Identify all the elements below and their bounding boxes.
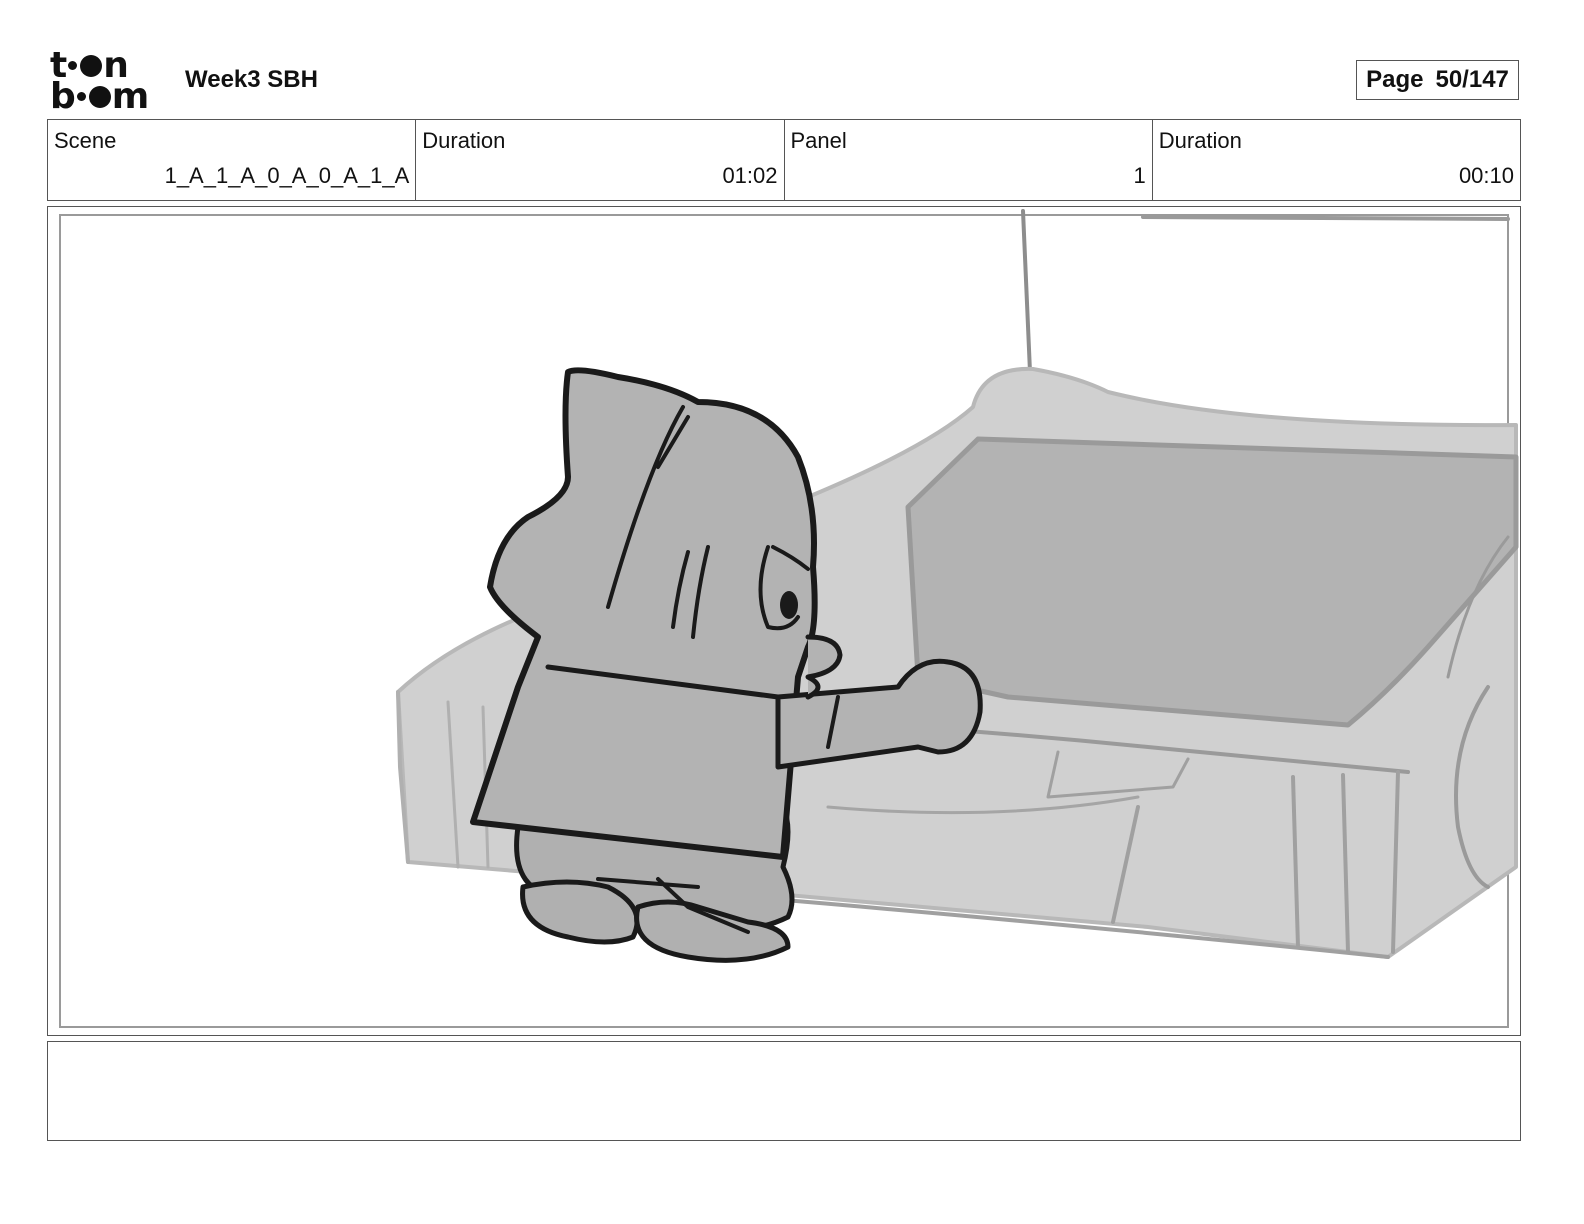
- toonboom-logo: tn bm: [50, 45, 149, 117]
- project-title: Week3 SBH: [185, 66, 318, 93]
- scene-cell: Scene 1_A_1_A_0_A_0_A_1_A: [48, 120, 417, 200]
- storyboard-panel: [47, 206, 1521, 1036]
- panel-sketch: [59, 209, 1519, 1028]
- scene-value: 1_A_1_A_0_A_0_A_1_A: [164, 163, 410, 188]
- panel-label: Panel: [790, 128, 847, 153]
- panel-duration-cell: Duration 00:10: [1153, 120, 1520, 200]
- panel-duration-value: 00:10: [1458, 163, 1514, 188]
- scene-info-table: Scene 1_A_1_A_0_A_0_A_1_A Duration 01:02…: [47, 119, 1521, 201]
- scene-duration-value: 01:02: [722, 163, 778, 188]
- page-number: 50/147: [1435, 66, 1509, 93]
- page-label: Page: [1366, 66, 1424, 93]
- panel-cell: Panel 1: [785, 120, 1153, 200]
- panel-duration-label: Duration: [1158, 128, 1242, 153]
- notes-box: [47, 1041, 1521, 1141]
- scene-label: Scene: [54, 128, 117, 153]
- scene-duration-label: Duration: [422, 128, 506, 153]
- page-indicator: Page 50/147: [1356, 60, 1519, 100]
- panel-value: 1: [1133, 163, 1146, 188]
- scene-duration-cell: Duration 01:02: [416, 120, 785, 200]
